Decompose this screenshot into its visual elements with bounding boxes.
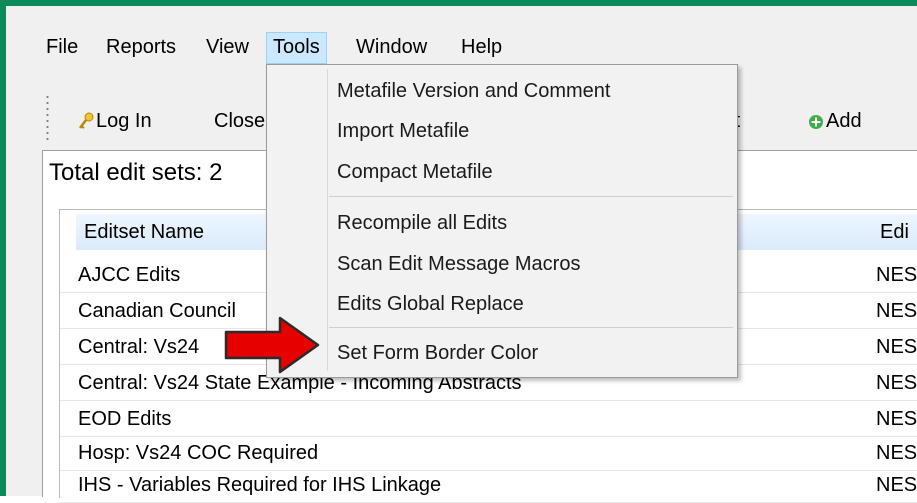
menu-window[interactable]: Window [350, 32, 433, 62]
edit-cell: NES [876, 474, 917, 496]
editset-name-cell: Hosp: Vs24 COC Required [78, 442, 319, 464]
menu-separator [329, 196, 733, 197]
editset-name-cell: IHS - Variables Required for IHS Linkage [78, 474, 442, 496]
edit-cell: NES [876, 336, 917, 358]
key-icon [79, 112, 94, 129]
edit-cell: NES [876, 264, 917, 286]
menu-gutter [327, 69, 328, 371]
add-circle-icon [809, 114, 823, 129]
red-arrow-icon [224, 316, 320, 374]
editset-name-cell: EOD Edits [78, 408, 172, 430]
menu-reports[interactable]: Reports [100, 32, 182, 62]
login-label: Log In [96, 110, 152, 132]
menu-item-compact-metafile[interactable]: Compact Metafile [337, 154, 493, 190]
menu-item-set-form-border-color[interactable]: Set Form Border Color [337, 335, 538, 371]
table-row[interactable]: Hosp: Vs24 COC Required NES [60, 436, 917, 471]
menu-item-scan-edit-macros[interactable]: Scan Edit Message Macros [337, 246, 580, 282]
menu-file[interactable]: File [40, 32, 84, 62]
menu-help[interactable]: Help [455, 32, 508, 62]
edit-cell: NES [876, 408, 917, 430]
table-row[interactable]: IHS - Variables Required for IHS Linkage… [60, 468, 917, 503]
close-label: Close [214, 110, 266, 132]
toolbar-grip[interactable] [46, 94, 49, 142]
menu-item-edits-global-replace[interactable]: Edits Global Replace [337, 286, 524, 322]
menu-item-metafile-version[interactable]: Metafile Version and Comment [337, 73, 610, 109]
column-header-edit[interactable]: Edi [872, 214, 917, 250]
add-label: Add [826, 110, 862, 132]
login-button[interactable]: Log In [78, 106, 152, 136]
close-button[interactable]: Close [214, 106, 265, 136]
edit-cell: NES [876, 372, 917, 394]
menu-item-import-metafile[interactable]: Import Metafile [337, 113, 469, 149]
table-row[interactable]: EOD Edits NES [60, 402, 917, 437]
edit-cell: NES [876, 300, 917, 322]
menu-item-recompile-edits[interactable]: Recompile all Edits [337, 205, 507, 241]
total-edit-sets: Total edit sets: 2 [49, 159, 223, 186]
menu-view[interactable]: View [200, 32, 255, 62]
menu-separator [329, 327, 733, 328]
menu-bar: File Reports View Tools Window Help [6, 30, 917, 66]
edit-cell: NES [876, 442, 917, 464]
tools-menu-dropdown: Metafile Version and Comment Import Meta… [266, 64, 738, 378]
menu-tools[interactable]: Tools [266, 32, 327, 64]
add-button[interactable]: Add [808, 106, 862, 136]
